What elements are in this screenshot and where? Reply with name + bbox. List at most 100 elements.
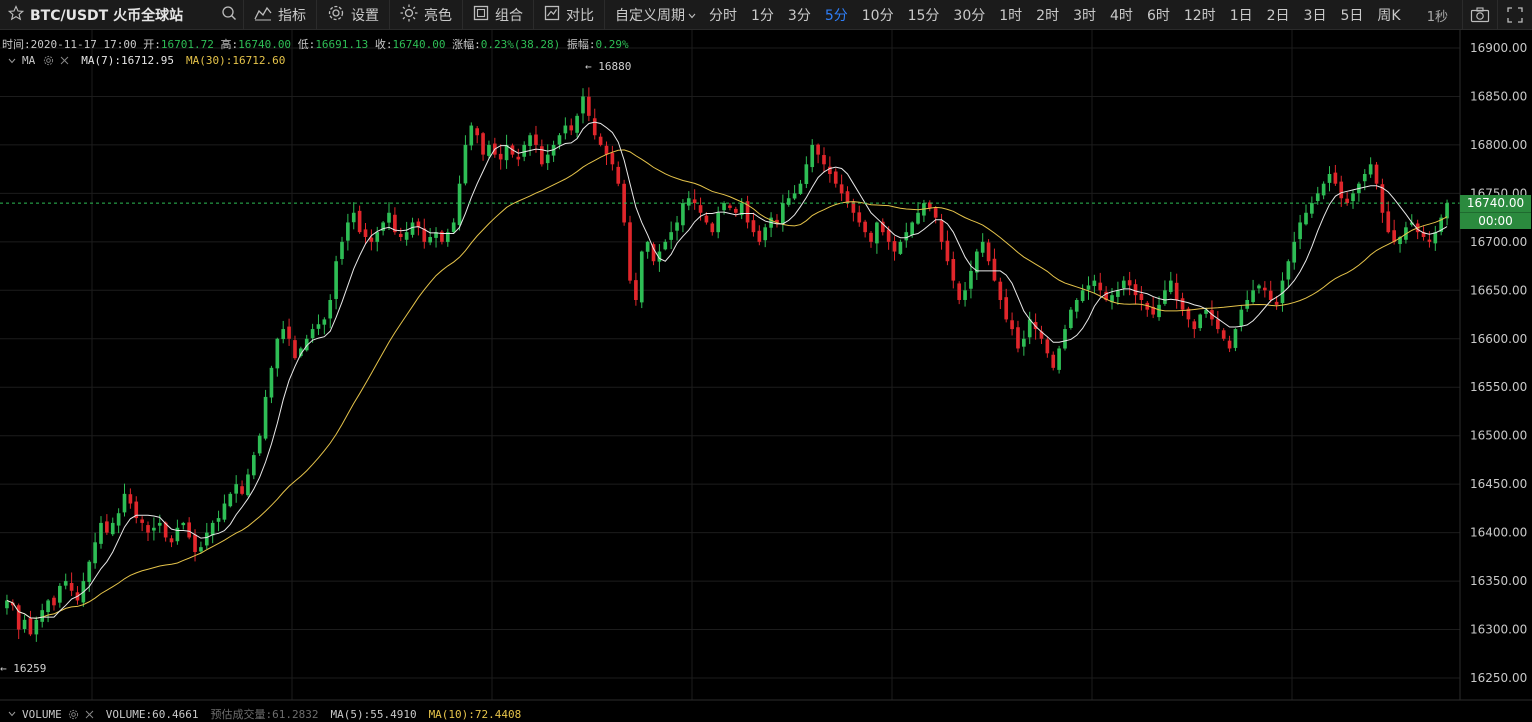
candle-body [833, 171, 838, 184]
high-price-marker: ← 16880 [584, 60, 632, 74]
gear-icon[interactable] [68, 709, 79, 720]
candle-body [998, 281, 1003, 300]
candle-body [1310, 203, 1314, 214]
settings-button[interactable]: 设置 [317, 0, 390, 30]
candle-body [1121, 280, 1126, 289]
ma7-value: 16712.95 [121, 54, 174, 67]
period-tab-6[interactable]: 30分 [946, 0, 992, 30]
star-icon[interactable] [7, 4, 25, 25]
candle-body [1180, 298, 1185, 310]
time-value: 2020-11-17 17:00 [30, 38, 137, 51]
candle-body [58, 585, 62, 603]
close-icon[interactable] [60, 56, 69, 65]
candle-body [781, 203, 785, 225]
ohlc-info: 时间:2020-11-17 17:00 开:16701.72 高:16740.0… [2, 36, 629, 52]
collapse-icon[interactable] [8, 58, 16, 64]
candle-body [1315, 193, 1320, 201]
period-tabs: 分时 1分 3分 5分 10分 15分 30分 1时 2时 3时 4时 6时 12时 1日 2日 3日 5日 周K [702, 0, 1408, 30]
period-tab-10[interactable]: 4时 [1103, 0, 1140, 30]
candle-body [105, 521, 109, 533]
period-tab-11[interactable]: 6时 [1140, 0, 1177, 30]
period-tab-0[interactable]: 分时 [702, 0, 744, 30]
candle-body [616, 166, 621, 184]
candle-body [52, 597, 56, 606]
candle-body [957, 283, 962, 300]
symbol-selector[interactable]: BTC/USDT 火币全球站 [0, 0, 244, 30]
period-tab-17[interactable]: 周K [1370, 0, 1407, 30]
candle-body [146, 525, 150, 533]
candle-body [451, 222, 456, 233]
candle-body [122, 493, 127, 513]
period-tab-4[interactable]: 10分 [855, 0, 901, 30]
candle-body [545, 154, 550, 164]
candle-body [69, 582, 74, 591]
period-tab-12[interactable]: 12时 [1177, 0, 1223, 30]
period-tab-16[interactable]: 5日 [1333, 0, 1370, 30]
candle-body [28, 618, 33, 635]
toolbar-right: 1秒 [1413, 0, 1532, 30]
period-tab-13[interactable]: 1日 [1223, 0, 1260, 30]
candle-body [281, 329, 286, 340]
candle-body [128, 494, 133, 504]
symbol-name: BTC/USDT 火币全球站 [30, 7, 184, 24]
period-tab-3[interactable]: 5分 [818, 0, 855, 30]
volume-ma5-value: 55.4910 [370, 707, 417, 721]
collapse-icon[interactable] [8, 711, 16, 717]
change-label: 涨幅: [452, 38, 481, 51]
candle-body [99, 522, 103, 544]
fullscreen-icon[interactable] [1498, 0, 1532, 30]
period-tab-9[interactable]: 3时 [1066, 0, 1103, 30]
combination-button[interactable]: 组合 [463, 0, 534, 30]
low-value: 16691.13 [315, 38, 369, 51]
candlestick-chart[interactable]: 16900.0016850.0016800.0016750.0016700.00… [0, 30, 1532, 721]
current-price-value: 16740.00 [1466, 196, 1525, 211]
candle-body [598, 136, 603, 145]
compare-button[interactable]: 对比 [534, 0, 605, 30]
high-value: 16740.00 [238, 38, 292, 51]
candle-body [46, 600, 50, 613]
price-tick-label: 16400.00 [1470, 526, 1527, 540]
candle-body [634, 280, 638, 300]
gear-icon[interactable] [43, 55, 54, 66]
candle-body [951, 259, 956, 281]
price-tick-label: 16800.00 [1470, 138, 1527, 152]
candle-body [1445, 203, 1449, 219]
brightness-button[interactable]: 亮色 [390, 0, 463, 30]
candle-body [980, 241, 985, 253]
candle-body [1286, 261, 1291, 280]
candle-body [1045, 339, 1050, 354]
camera-icon[interactable] [1463, 0, 1498, 30]
period-tab-15[interactable]: 3日 [1297, 0, 1334, 30]
period-tab-8[interactable]: 2时 [1029, 0, 1066, 30]
candle-body [939, 220, 944, 242]
search-icon[interactable] [221, 5, 243, 25]
candle-body [669, 232, 673, 240]
candle-body [810, 144, 815, 168]
price-tick-label: 16450.00 [1470, 477, 1527, 491]
candle-body [1174, 282, 1179, 300]
candle-body [1339, 181, 1344, 199]
refresh-interval[interactable]: 1秒 [1413, 0, 1463, 30]
candle-body [410, 222, 415, 235]
low-price-marker: ← 16259 [0, 662, 47, 676]
period-tab-2[interactable]: 3分 [781, 0, 818, 30]
candle-body [898, 241, 903, 254]
close-icon[interactable] [85, 710, 94, 719]
custom-period-dropdown[interactable]: 自定义周期 [605, 0, 702, 30]
candle-body [904, 232, 909, 241]
candle-body [375, 232, 380, 242]
period-tab-14[interactable]: 2日 [1260, 0, 1297, 30]
chart-toolbar: BTC/USDT 火币全球站 指标 设置 亮色 组合 对比 自定义周期 分时 1分… [0, 0, 1532, 30]
volume-ma5-label: MA(5): [330, 707, 371, 721]
price-tick-label: 16500.00 [1470, 429, 1527, 443]
period-tab-5[interactable]: 15分 [901, 0, 947, 30]
candle-body [246, 474, 250, 496]
candle-body [1127, 280, 1132, 286]
ma7-line [6, 121, 1448, 619]
ma-legend: MA MA(7): 16712.95 MA(30): 16712.60 [8, 54, 285, 67]
period-tab-7[interactable]: 1时 [992, 0, 1029, 30]
indicators-button[interactable]: 指标 [244, 0, 317, 30]
candle-body [240, 486, 244, 494]
period-tab-1[interactable]: 1分 [744, 0, 781, 30]
candle-body [63, 581, 68, 586]
